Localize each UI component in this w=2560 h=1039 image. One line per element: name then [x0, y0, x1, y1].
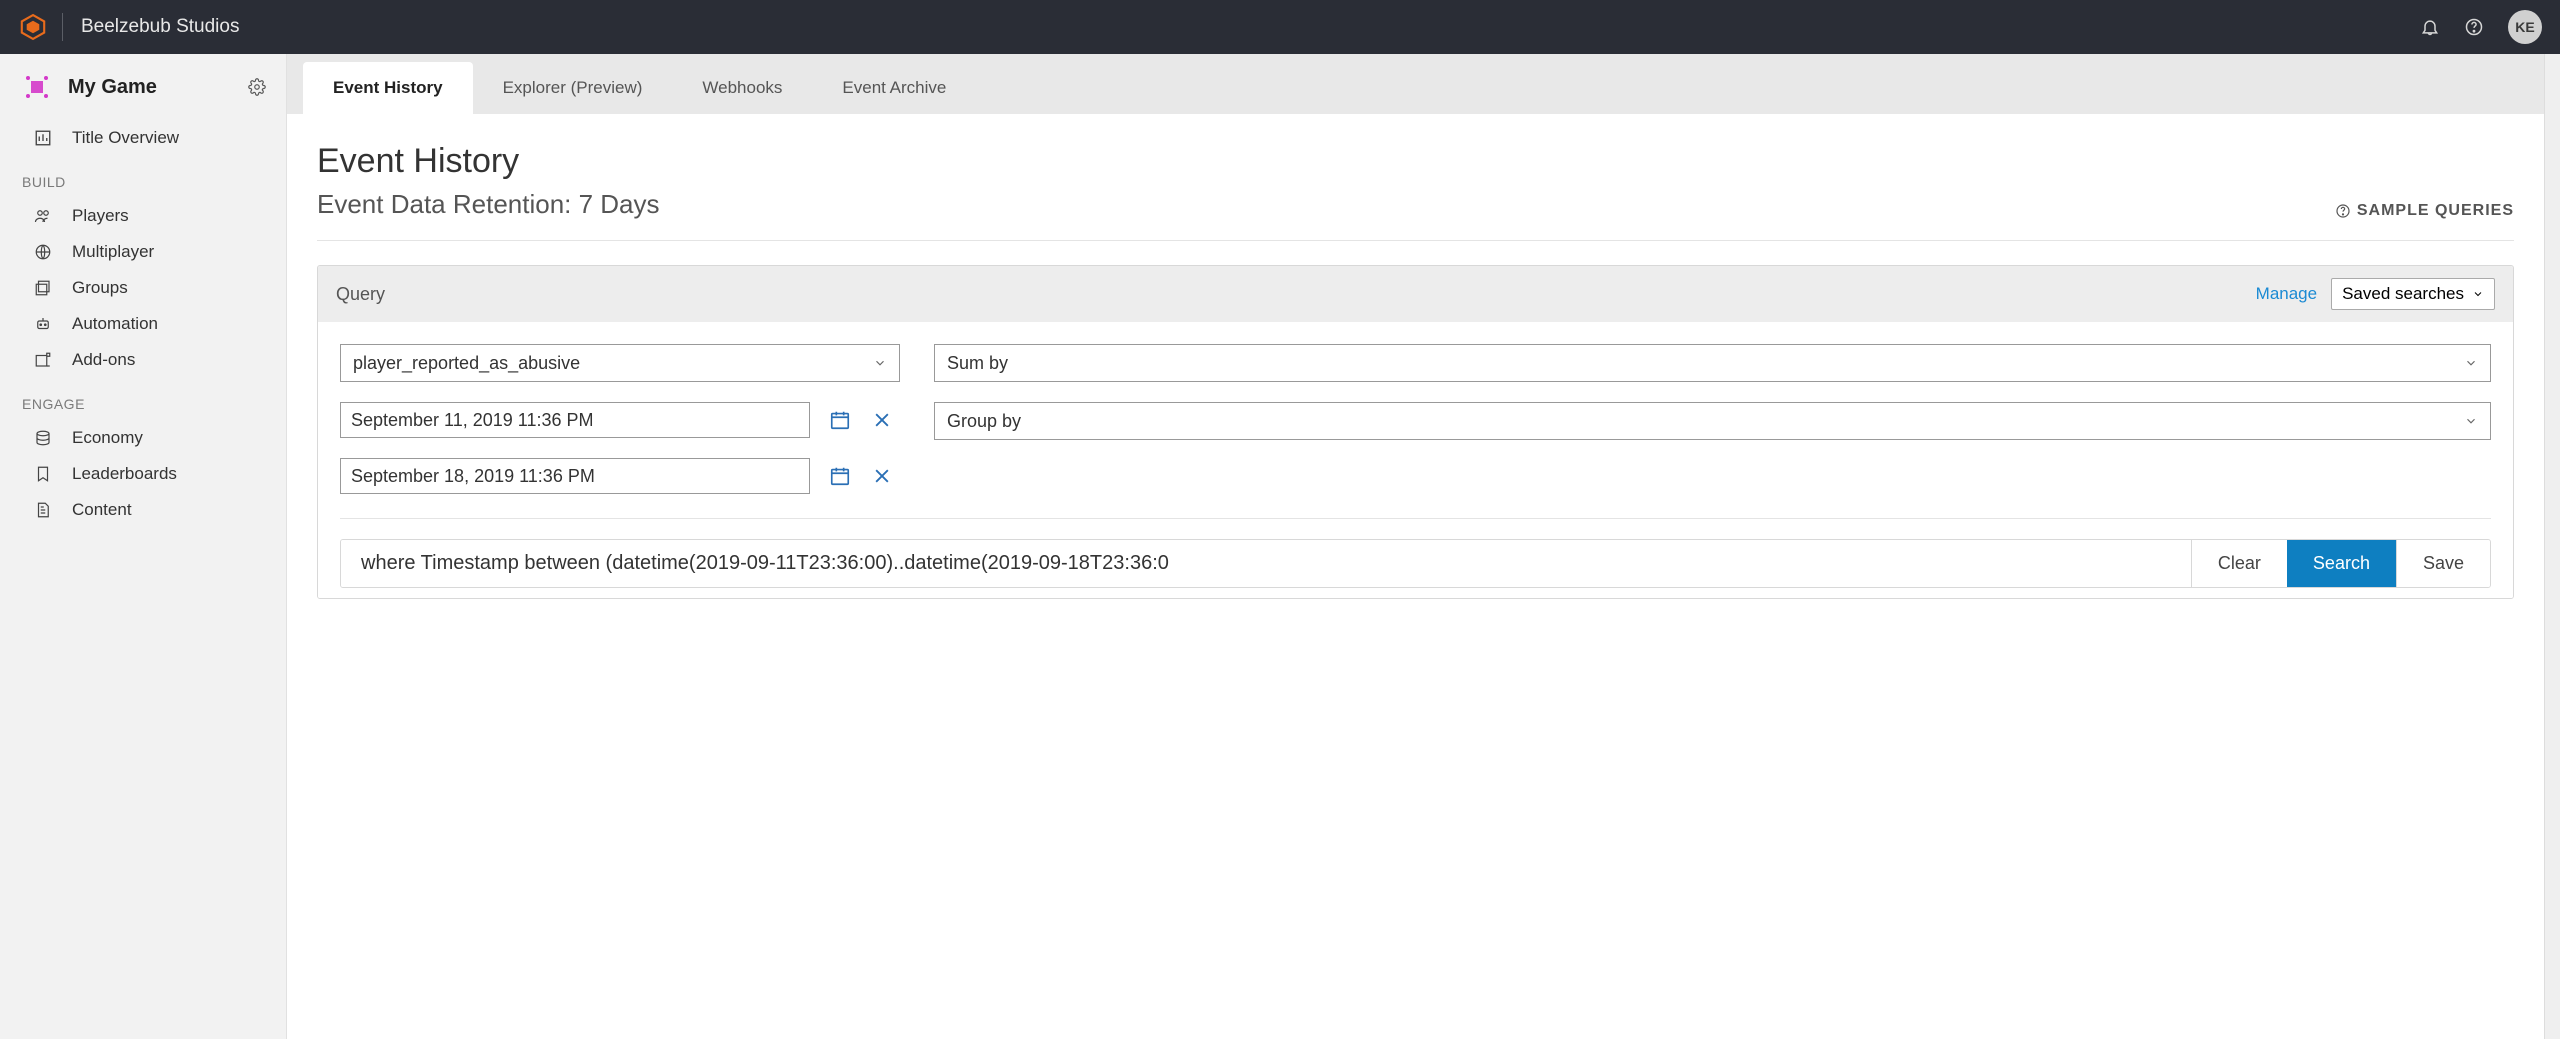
separator [317, 240, 2514, 241]
sidebar-item-content[interactable]: Content [0, 492, 286, 528]
sidebar-item-label: Title Overview [72, 128, 179, 148]
economy-icon [32, 429, 54, 447]
tab-event-history[interactable]: Event History [303, 62, 473, 114]
chevron-down-icon [2464, 356, 2478, 370]
project-name: My Game [68, 76, 248, 99]
document-icon [32, 501, 54, 519]
tab-bar: Event History Explorer (Preview) Webhook… [287, 54, 2544, 114]
clear-date-icon[interactable] [870, 408, 894, 432]
sidebar-item-label: Economy [72, 428, 143, 448]
chevron-down-icon [2472, 288, 2484, 300]
players-icon [32, 207, 54, 225]
tab-event-archive[interactable]: Event Archive [812, 62, 976, 114]
save-button[interactable]: Save [2396, 540, 2490, 587]
search-button[interactable]: Search [2287, 540, 2396, 587]
query-panel-header: Query Manage Saved searches [318, 266, 2513, 322]
help-icon[interactable] [2456, 9, 2492, 45]
notifications-icon[interactable] [2412, 9, 2448, 45]
clear-date-icon[interactable] [870, 464, 894, 488]
sidebar-item-label: Automation [72, 314, 158, 334]
sidebar-item-leaderboards[interactable]: Leaderboards [0, 456, 286, 492]
chevron-down-icon [873, 356, 887, 370]
start-date-input[interactable] [340, 402, 810, 438]
sidebar-item-multiplayer[interactable]: Multiplayer [0, 234, 286, 270]
divider [340, 518, 2491, 519]
query-string-input[interactable] [341, 540, 2191, 587]
sample-queries-link[interactable]: SAMPLE QUERIES [2335, 202, 2514, 220]
sum-by-select[interactable]: Sum by [934, 344, 2491, 382]
game-icon [22, 72, 52, 102]
user-avatar[interactable]: KE [2508, 10, 2542, 44]
manage-link[interactable]: Manage [2256, 284, 2317, 304]
chart-icon [32, 129, 54, 147]
content-area: Event History Event Data Retention: 7 Da… [287, 114, 2544, 1039]
gear-icon[interactable] [248, 78, 266, 96]
sidebar-item-label: Add-ons [72, 350, 135, 370]
addons-icon [32, 351, 54, 369]
scrollbar[interactable] [2544, 54, 2560, 1039]
sidebar-item-economy[interactable]: Economy [0, 420, 286, 456]
page-title: Event History [317, 142, 2335, 181]
studio-name[interactable]: Beelzebub Studios [81, 16, 239, 38]
chevron-down-icon [2464, 414, 2478, 428]
end-date-input[interactable] [340, 458, 810, 494]
sidebar-item-automation[interactable]: Automation [0, 306, 286, 342]
sidebar-item-label: Multiplayer [72, 242, 154, 262]
stack-icon [32, 279, 54, 297]
global-header: Beelzebub Studios KE [0, 0, 2560, 54]
sidebar-item-addons[interactable]: Add-ons [0, 342, 286, 378]
saved-searches-dropdown[interactable]: Saved searches [2331, 278, 2495, 310]
group-by-label: Group by [947, 411, 1021, 432]
page-subtitle: Event Data Retention: 7 Days [317, 189, 2335, 220]
robot-icon [32, 315, 54, 333]
bookmark-icon [32, 465, 54, 483]
sidebar-heading-engage: ENGAGE [0, 378, 286, 420]
sidebar-item-label: Leaderboards [72, 464, 177, 484]
sidebar-heading-build: BUILD [0, 156, 286, 198]
group-by-select[interactable]: Group by [934, 402, 2491, 440]
sidebar-item-players[interactable]: Players [0, 198, 286, 234]
sidebar-item-label: Content [72, 500, 132, 520]
query-panel-title: Query [336, 284, 2256, 305]
sum-by-label: Sum by [947, 353, 1008, 374]
sidebar-item-label: Players [72, 206, 129, 226]
globe-icon [32, 243, 54, 261]
sidebar-item-label: Groups [72, 278, 128, 298]
query-panel: Query Manage Saved searches player_repor… [317, 265, 2514, 599]
tab-webhooks[interactable]: Webhooks [672, 62, 812, 114]
sidebar-item-groups[interactable]: Groups [0, 270, 286, 306]
help-icon [2335, 203, 2351, 219]
clear-button[interactable]: Clear [2191, 540, 2287, 587]
sidebar-item-title-overview[interactable]: Title Overview [0, 120, 286, 156]
sample-queries-label: SAMPLE QUERIES [2357, 202, 2514, 220]
query-action-row: Clear Search Save [340, 539, 2491, 588]
sidebar: My Game Title Overview BUILD Players Mul… [0, 54, 287, 1039]
calendar-icon[interactable] [828, 464, 852, 488]
event-name-value: player_reported_as_abusive [353, 353, 580, 374]
brand-logo-icon[interactable] [18, 12, 48, 42]
project-selector[interactable]: My Game [0, 64, 286, 120]
main-content: Event History Explorer (Preview) Webhook… [287, 54, 2544, 1039]
saved-searches-label: Saved searches [2342, 284, 2464, 304]
event-name-select[interactable]: player_reported_as_abusive [340, 344, 900, 382]
calendar-icon[interactable] [828, 408, 852, 432]
header-divider [62, 13, 63, 41]
tab-explorer[interactable]: Explorer (Preview) [473, 62, 673, 114]
